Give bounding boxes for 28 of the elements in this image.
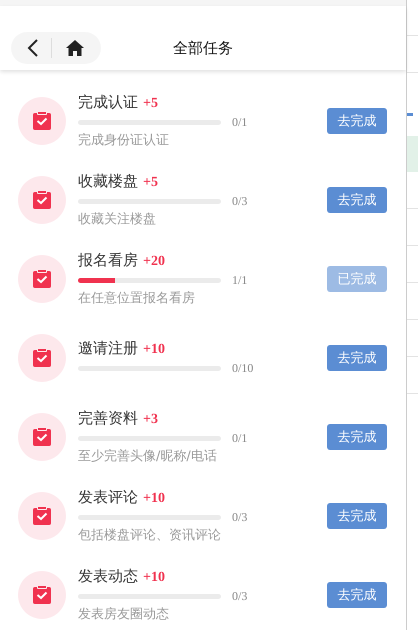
points-label: +3: [143, 412, 158, 428]
task-description: 在任意位置报名看房: [78, 290, 196, 306]
task-title: 发表动态: [78, 566, 138, 586]
task-description: 发表房友圈动态: [78, 606, 170, 622]
task-title: 报名看房: [78, 250, 138, 270]
progress-count: 0/3: [232, 588, 248, 604]
task-title: 发表评论: [78, 488, 138, 506]
progress-count: 0/1: [232, 430, 248, 446]
task-description: 包括楼盘评论、资讯评论: [78, 526, 222, 544]
progress-count: 0/3: [232, 510, 248, 524]
task-description: 完成身份证认证: [78, 132, 170, 148]
task-title: 收藏楼盘: [78, 172, 138, 190]
progress-count: 0/10: [232, 361, 254, 376]
points-label: +20: [143, 254, 165, 270]
page-title: 全部任务: [172, 39, 234, 58]
task-title: 完成认证: [78, 92, 138, 112]
progress-count: 1/1: [232, 272, 248, 288]
points-label: +5: [143, 174, 158, 190]
task-title: 完善资料: [78, 408, 138, 428]
task-description: 收藏关注楼盘: [78, 210, 157, 228]
points-label: +5: [143, 96, 158, 112]
progress-count: 0/3: [232, 194, 248, 208]
points-label: +10: [143, 490, 165, 506]
task-title: 邀请注册: [78, 339, 138, 358]
points-label: +10: [143, 342, 165, 358]
points-label: +10: [143, 570, 165, 586]
progress-count: 0/1: [232, 114, 248, 130]
task-description: 至少完善头像/昵称/电话: [78, 448, 218, 464]
